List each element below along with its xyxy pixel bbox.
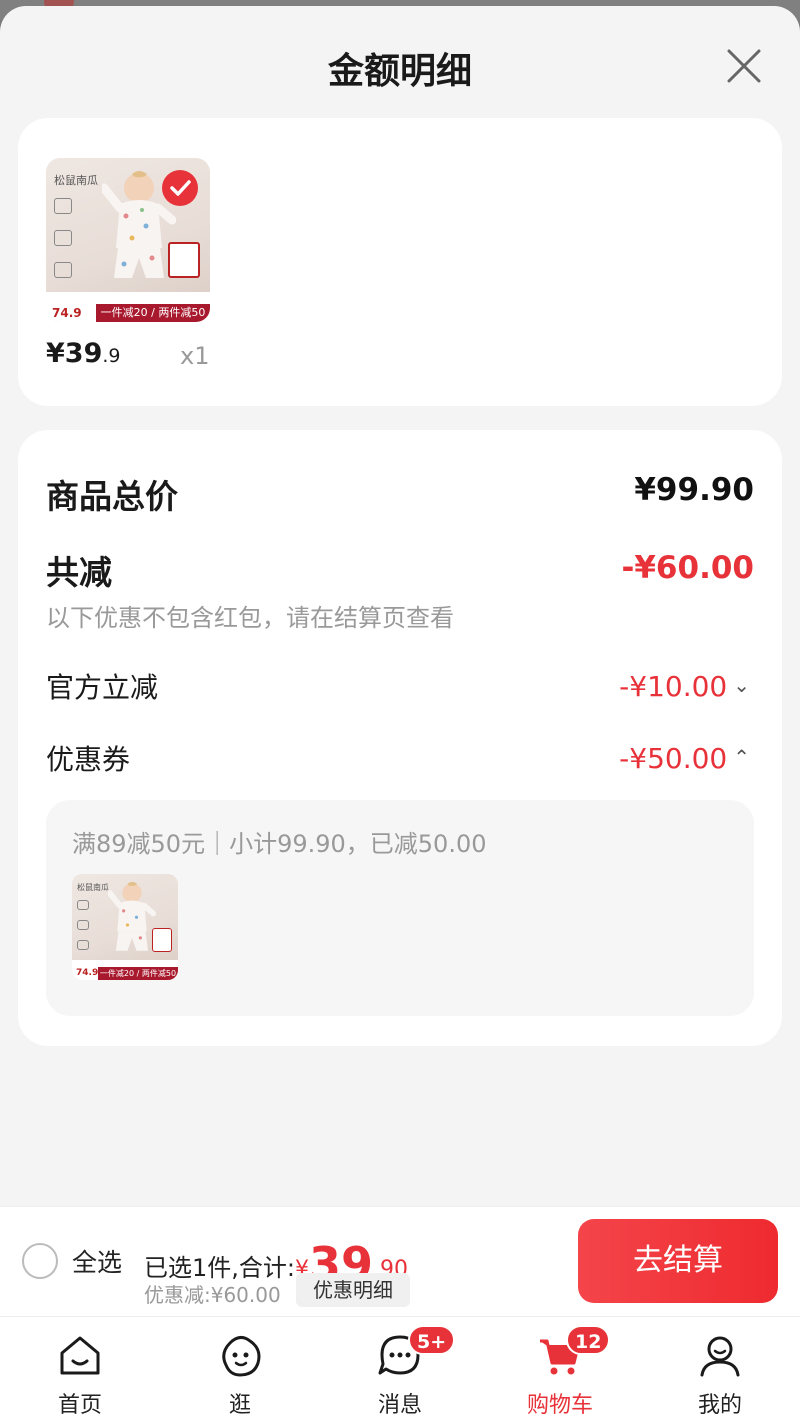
select-all-label[interactable]: 全选 — [72, 1243, 122, 1279]
tab-home[interactable]: 首页 — [0, 1317, 160, 1427]
price-summary-card: 商品总价 ¥99.90 共减 -¥60.00 以下优惠不包含红包，请在结算页查看… — [18, 430, 782, 1046]
coupon-product-thumbnail[interactable]: 松鼠南瓜 74.9 一件减20 / 两件减50 — [72, 874, 178, 980]
cart-badge: 12 — [566, 1325, 611, 1355]
coupon-detail-box: 满89减50元｜小计99.90，已减50.00 松鼠南瓜 74.9 一件减20 … — [46, 800, 754, 1016]
tab-label: 消息 — [377, 1393, 422, 1418]
tab-label: 首页 — [57, 1393, 102, 1418]
coupon-label: 优惠券 — [46, 743, 131, 776]
tab-label: 我的 — [697, 1393, 742, 1418]
tab-label: 逛 — [228, 1393, 251, 1418]
red-packet-note: 以下优惠不包含红包，请在结算页查看 — [46, 604, 454, 632]
feature-icon — [77, 920, 89, 930]
tab-profile[interactable]: 我的 — [640, 1317, 800, 1427]
product-price: ¥39.9 — [46, 338, 121, 369]
promo-text: 一件减20 / 两件减50 — [96, 304, 210, 322]
total-label: 商品总价 — [46, 477, 178, 516]
promo-price: 74.9 — [76, 968, 99, 978]
official-discount-label: 官方立减 — [46, 671, 159, 704]
thumbnail-brand: 松鼠南瓜 — [77, 883, 109, 892]
product-tag — [152, 928, 172, 952]
close-icon — [727, 49, 761, 83]
tab-browse[interactable]: 逛 — [160, 1317, 320, 1427]
reduction-value: -¥60.00 — [621, 550, 755, 586]
discount-detail-button[interactable]: 优惠明细 — [296, 1273, 410, 1307]
coupon-value: -¥50.00 — [619, 742, 728, 775]
feature-icon — [54, 198, 72, 214]
browse-face-icon — [222, 1336, 261, 1377]
price-decimal: .9 — [102, 345, 121, 367]
official-discount-toggle[interactable]: -¥10.00 ⌄ — [619, 670, 750, 703]
checkout-bar: 全选 已选1件,合计:¥39.90 优惠减:¥60.00 优惠明细 去结算 — [0, 1206, 800, 1316]
profile-icon — [700, 1336, 740, 1377]
reduction-label: 共减 — [46, 553, 112, 592]
promo-strip: 74.9 一件减20 / 两件减50 — [46, 292, 210, 322]
product-quantity: x1 — [180, 342, 210, 370]
checkmark-icon — [170, 180, 191, 196]
message-badge: 5+ — [408, 1325, 456, 1355]
selected-count-text: 已选1件,合计: — [144, 1254, 295, 1282]
price-integer: ¥39 — [46, 338, 103, 369]
feature-icon — [54, 262, 72, 278]
product-card: 松鼠南瓜 74.9 一件减20 / 两件减50 ¥39.9 x1 — [18, 118, 782, 406]
feature-icon — [54, 230, 72, 246]
tab-cart[interactable]: 12 购物车 — [480, 1317, 640, 1427]
baby-photo — [108, 881, 156, 951]
home-icon — [60, 1336, 100, 1375]
promo-strip: 74.9 一件减20 / 两件减50 — [72, 960, 178, 980]
product-thumbnail[interactable]: 松鼠南瓜 74.9 一件减20 / 两件减50 — [46, 158, 210, 322]
sheet-title: 金额明细 — [327, 51, 472, 92]
promo-price: 74.9 — [52, 306, 82, 320]
close-button[interactable] — [720, 42, 768, 90]
chevron-down-icon: ⌄ — [733, 673, 750, 697]
promo-text: 一件减20 / 两件减50 — [98, 967, 178, 980]
chevron-up-icon: ⌃ — [733, 745, 750, 769]
checkout-button[interactable]: 去结算 — [578, 1219, 778, 1303]
official-discount-value: -¥10.00 — [619, 670, 728, 703]
coupon-toggle[interactable]: -¥50.00 ⌃ — [619, 742, 750, 775]
feature-icon — [77, 940, 89, 950]
bottom-tab-bar: 首页 逛 5+ 消息 12 购物车 我的 — [0, 1316, 800, 1427]
thumbnail-brand: 松鼠南瓜 — [54, 174, 98, 187]
feature-icon — [77, 900, 89, 910]
coupon-detail-text: 满89减50元｜小计99.90，已减50.00 — [72, 830, 487, 858]
total-value: ¥99.90 — [634, 472, 754, 508]
tab-label: 购物车 — [526, 1393, 593, 1418]
amount-detail-sheet: 金额明细 松鼠南瓜 74.9 一件减20 / 两件减50 ¥39.9 x1 商品… — [0, 6, 800, 1206]
tab-messages[interactable]: 5+ 消息 — [320, 1317, 480, 1427]
select-all-radio[interactable] — [22, 1243, 58, 1279]
discount-text: 优惠减:¥60.00 — [144, 1283, 281, 1307]
product-tag — [168, 242, 200, 278]
selected-check[interactable] — [162, 170, 198, 206]
